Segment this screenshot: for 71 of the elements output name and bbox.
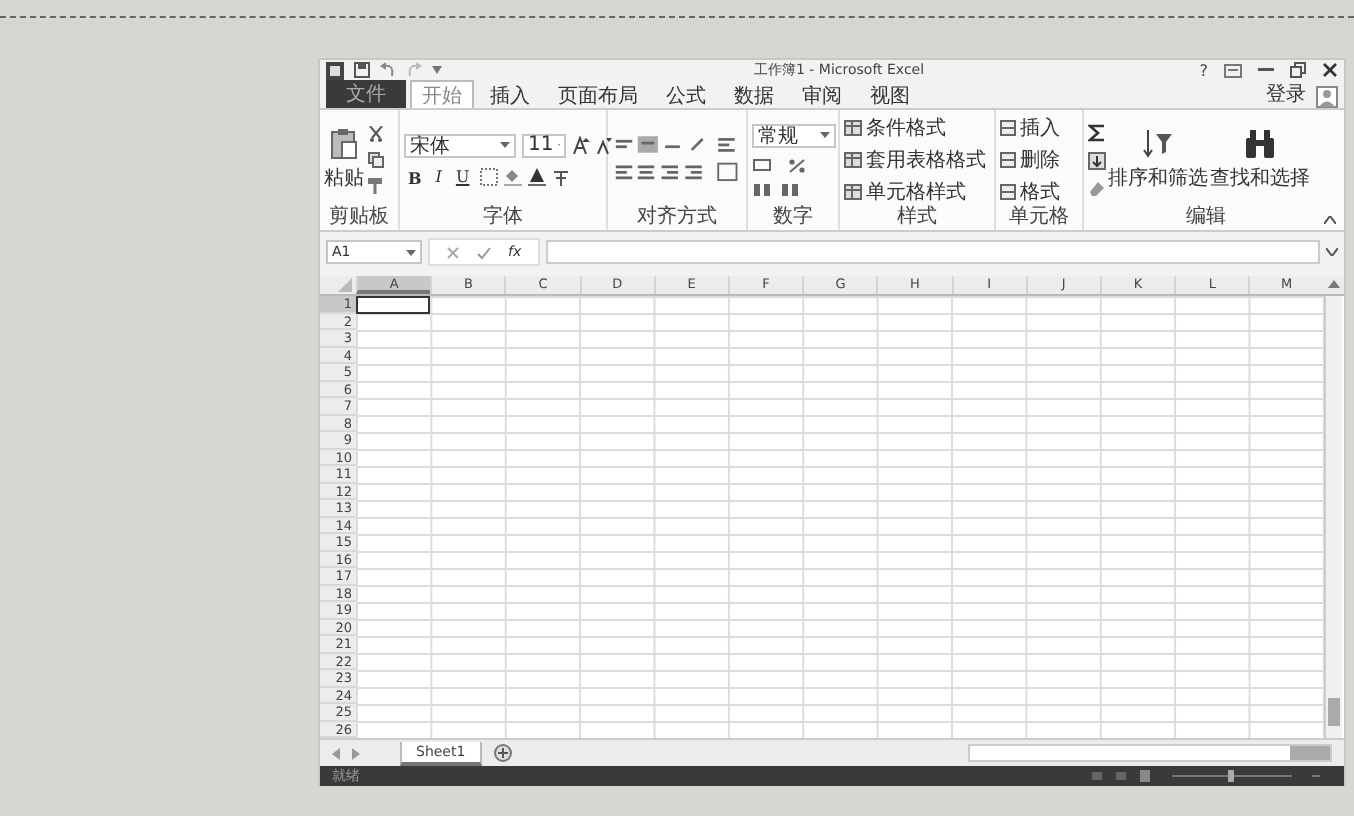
cut-icon[interactable]	[368, 126, 384, 142]
ribbon-tab[interactable]: 开始	[410, 80, 474, 108]
scroll-up-icon[interactable]	[1328, 280, 1341, 288]
horizontal-scrollbar[interactable]	[968, 744, 1332, 762]
font-style-button[interactable]: U	[451, 168, 474, 186]
cells-icon	[1000, 152, 1016, 168]
minimize-icon[interactable]	[1258, 68, 1274, 72]
clipboard-icon	[330, 128, 358, 160]
paste-button[interactable]: 粘贴	[324, 128, 364, 192]
ribbon-tab[interactable]: 视图	[858, 80, 922, 108]
avatar-icon[interactable]	[1316, 86, 1338, 108]
fill-color-icon[interactable]	[503, 168, 522, 186]
check-icon[interactable]	[476, 245, 492, 259]
font-name-field[interactable]: 宋体	[404, 133, 516, 157]
ribbon-tab[interactable]: 插入	[478, 80, 542, 108]
restore-icon[interactable]	[1290, 62, 1306, 78]
styles-menu-button[interactable]: 套用表格格式	[844, 146, 986, 174]
sort-filter-button[interactable]: 排序和筛选	[1108, 128, 1208, 192]
ribbon-tab[interactable]: 公式	[654, 80, 718, 108]
new-sheet-icon[interactable]	[493, 744, 512, 762]
help-button[interactable]: ?	[1199, 61, 1208, 79]
copy-icon[interactable]	[368, 152, 384, 168]
borders-icon[interactable]	[479, 168, 498, 186]
expand-icon[interactable]	[1326, 248, 1338, 256]
close-icon[interactable]	[1322, 62, 1338, 78]
cells-menu-button[interactable]: 格式	[1000, 178, 1060, 206]
collapse-ribbon-icon[interactable]	[1324, 216, 1336, 224]
vertical-scrollbar[interactable]	[1323, 296, 1342, 738]
styles-menu-button[interactable]: 条件格式	[844, 114, 946, 142]
group-label: 样式	[895, 206, 939, 230]
ribbon-display-icon[interactable]	[1224, 63, 1242, 77]
fill-icon[interactable]	[1088, 151, 1106, 169]
cells-menu-button[interactable]: 删除	[1000, 146, 1060, 174]
styles-menu-button[interactable]: 单元格样式	[844, 178, 966, 206]
font-style-button[interactable]: B	[404, 167, 426, 187]
group-label: 编辑	[1184, 206, 1228, 230]
find-select-button[interactable]: 查找和选择	[1210, 128, 1310, 192]
font-style-button[interactable]: I	[431, 168, 446, 186]
cells-menu-button[interactable]: 插入	[1000, 114, 1060, 142]
eraser-icon[interactable]	[1088, 179, 1106, 197]
selected-cell	[356, 296, 431, 313]
sum-icon[interactable]	[1088, 123, 1106, 141]
alignment-buttons-drawing[interactable]	[613, 136, 741, 184]
table-icon	[844, 152, 862, 168]
ribbon-tab[interactable]: 数据	[722, 80, 786, 108]
file-tab[interactable]: 文件	[326, 80, 406, 108]
group-label: 单元格	[1007, 206, 1071, 230]
cells-icon	[1000, 184, 1016, 200]
group-label: 对齐方式	[635, 206, 719, 230]
format-painter-icon[interactable]	[368, 178, 384, 194]
ribbon-tab[interactable]: 审阅	[790, 80, 854, 108]
grow-font-icon[interactable]	[572, 136, 590, 154]
cells-icon	[1000, 120, 1016, 136]
group-label: 数字	[771, 206, 815, 230]
phonetic-icon[interactable]	[551, 168, 570, 186]
font-size-field[interactable]: 11	[522, 133, 566, 157]
shrink-font-icon[interactable]	[596, 137, 612, 153]
group-label: 字体	[481, 206, 525, 230]
cell-grid[interactable]	[356, 296, 1324, 738]
group-label: 剪贴板	[327, 206, 391, 230]
font-color-icon[interactable]	[527, 168, 546, 186]
sort-filter-icon	[1142, 128, 1174, 160]
sign-in-link[interactable]: 登录	[1266, 80, 1306, 108]
ribbon-tab[interactable]: 页面布局	[546, 80, 650, 108]
table-icon	[844, 120, 862, 136]
binoculars-icon	[1244, 128, 1276, 160]
formula-input[interactable]	[545, 240, 1320, 264]
undo-icon[interactable]	[380, 62, 396, 78]
number-format-field[interactable]: 常规	[752, 123, 836, 147]
table-icon	[844, 184, 862, 200]
save-icon[interactable]	[354, 62, 370, 78]
